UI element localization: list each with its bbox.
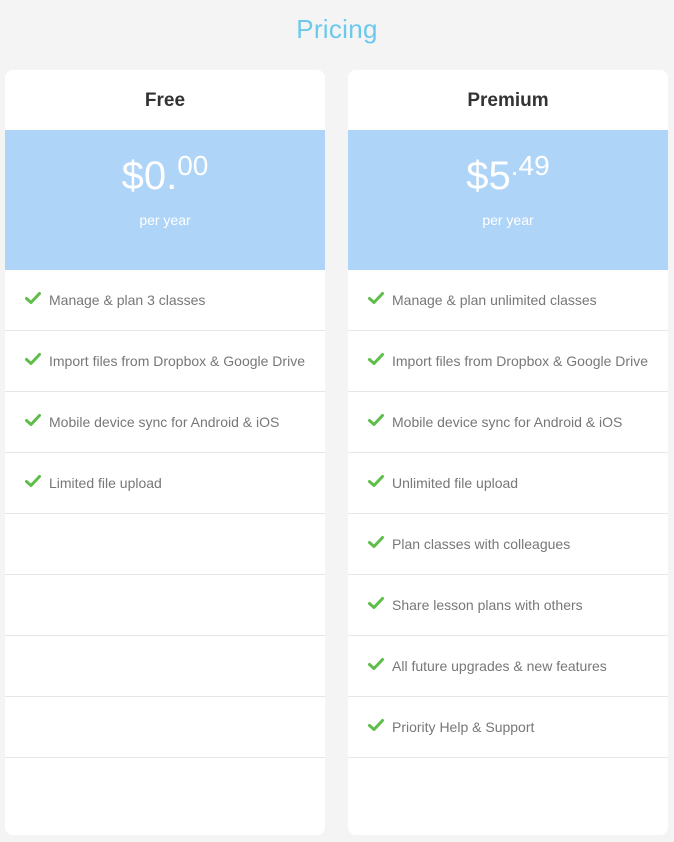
feature-item: Share lesson plans with others (348, 575, 668, 636)
check-icon (368, 292, 384, 304)
feature-item-empty (5, 575, 325, 636)
feature-text: Import files from Dropbox & Google Drive (392, 353, 648, 369)
price-block: $0.00 per year (5, 130, 325, 270)
feature-text: Priority Help & Support (392, 719, 535, 735)
feature-text: Manage & plan unlimited classes (392, 292, 597, 308)
price-currency: $ (466, 154, 489, 198)
feature-text: All future upgrades & new features (392, 658, 607, 674)
feature-text: Import files from Dropbox & Google Drive (49, 353, 305, 369)
check-icon (368, 353, 384, 365)
plan-name: Premium (467, 90, 549, 111)
price-dollars: 0. (143, 154, 178, 198)
feature-item: Manage & plan unlimited classes (348, 270, 668, 331)
feature-item: Mobile device sync for Android & iOS (348, 392, 668, 453)
price: $5.49 (348, 150, 668, 198)
feature-text: Limited file upload (49, 475, 162, 491)
check-icon (25, 353, 41, 365)
feature-text: Unlimited file upload (392, 475, 519, 491)
feature-item: Import files from Dropbox & Google Drive (348, 331, 668, 392)
feature-item: Unlimited file upload (348, 453, 668, 514)
check-icon (368, 414, 384, 426)
price-period: per year (139, 212, 191, 228)
feature-list: Manage & plan unlimited classes Import f… (348, 270, 668, 758)
feature-item: Limited file upload (5, 453, 325, 514)
feature-text: Mobile device sync for Android & iOS (49, 414, 280, 430)
feature-item: Import files from Dropbox & Google Drive (5, 331, 325, 392)
check-icon (25, 292, 41, 304)
feature-item: Plan classes with colleagues (348, 514, 668, 575)
price-dollars: 5 (488, 154, 511, 198)
price-block: $5.49 per year (348, 130, 668, 270)
plan-name: Free (144, 90, 186, 111)
feature-item: All future upgrades & new features (348, 636, 668, 697)
feature-item: Mobile device sync for Android & iOS (5, 392, 325, 453)
feature-text: Plan classes with colleagues (392, 536, 571, 552)
feature-item-empty (5, 636, 325, 697)
check-icon (368, 475, 384, 487)
check-icon (368, 536, 384, 548)
check-icon (368, 597, 384, 609)
feature-list: Manage & plan 3 classes Import files fro… (5, 270, 325, 758)
price-cents: .49 (510, 150, 550, 181)
feature-item: Manage & plan 3 classes (5, 270, 325, 331)
check-icon (368, 658, 384, 670)
price-currency: $ (121, 154, 144, 198)
check-icon (25, 475, 41, 487)
check-icon (368, 719, 384, 731)
feature-text: Share lesson plans with others (392, 597, 583, 613)
check-icon (25, 414, 41, 426)
price-period: per year (482, 212, 534, 228)
feature-text: Manage & plan 3 classes (49, 292, 206, 308)
price: $0.00 (5, 150, 325, 198)
plan-card-free: Free $0.00 per year Manage & plan 3 clas… (5, 70, 325, 835)
plan-card-premium: Premium $5.49 per year Manage & plan unl… (348, 70, 668, 835)
feature-item: Priority Help & Support (348, 697, 668, 758)
price-cents: 00 (177, 150, 209, 181)
feature-item-empty (5, 697, 325, 758)
feature-item-empty (5, 514, 325, 575)
feature-text: Mobile device sync for Android & iOS (392, 414, 623, 430)
page-title: Pricing (296, 14, 378, 44)
